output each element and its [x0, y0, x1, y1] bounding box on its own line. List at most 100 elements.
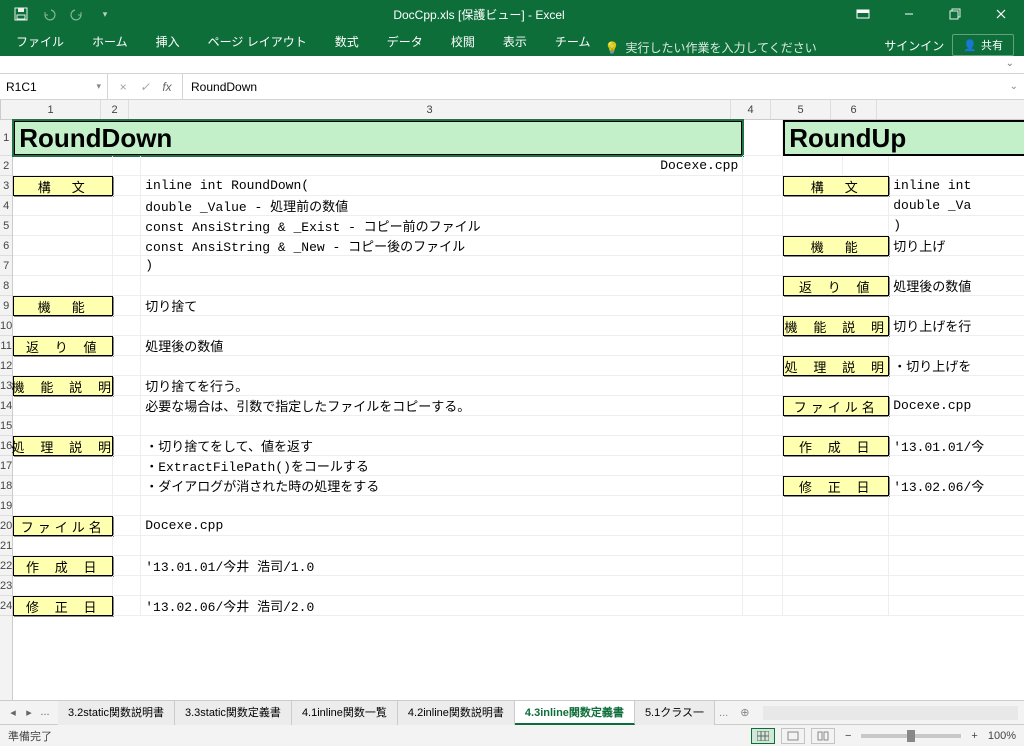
row-header[interactable]: 11 — [0, 336, 12, 356]
share-button[interactable]: 👤共有 — [952, 34, 1014, 56]
row-header[interactable]: 8 — [0, 276, 12, 296]
cell[interactable]: '13.01.01/今 — [889, 436, 1024, 456]
row-header[interactable]: 16 — [0, 436, 12, 456]
cell[interactable] — [743, 196, 783, 216]
formula-input[interactable] — [191, 80, 1016, 94]
cell[interactable] — [783, 256, 889, 276]
row-header[interactable]: 7 — [0, 256, 12, 276]
section-label[interactable]: 修 正 日 — [783, 476, 889, 496]
cell[interactable] — [743, 256, 783, 276]
cell[interactable] — [783, 296, 889, 316]
section-label[interactable]: 構 文 — [783, 176, 889, 196]
cell[interactable] — [13, 416, 113, 436]
row-header[interactable]: 1 — [0, 120, 12, 156]
cell[interactable] — [743, 536, 783, 556]
name-box-dropdown-icon[interactable]: ▾ — [96, 81, 101, 92]
cell[interactable] — [743, 156, 783, 176]
cell[interactable] — [13, 316, 113, 336]
section-label[interactable]: 機 能 説 明 — [783, 316, 889, 336]
cell[interactable]: 必要な場合は、引数で指定したファイルをコピーする。 — [141, 396, 743, 416]
cancel-formula-icon[interactable]: × — [114, 80, 132, 94]
cell[interactable] — [113, 416, 141, 436]
section-label[interactable]: 機 能 — [783, 236, 889, 256]
cell[interactable] — [843, 156, 889, 176]
row-header[interactable]: 18 — [0, 476, 12, 496]
row-header[interactable]: 6 — [0, 236, 12, 256]
minimize-button[interactable] — [886, 0, 932, 28]
horizontal-scrollbar[interactable] — [763, 706, 1018, 720]
cell[interactable]: ) — [141, 256, 743, 276]
cell[interactable] — [889, 456, 1024, 476]
cell[interactable]: ・ダイアログが消された時の処理をする — [141, 476, 743, 496]
redo-icon[interactable] — [64, 3, 90, 25]
cell[interactable] — [13, 256, 113, 276]
section-label[interactable]: ファイル名 — [783, 396, 889, 416]
name-box[interactable]: ▾ — [0, 74, 108, 99]
new-sheet-button[interactable]: ⊕ — [732, 706, 757, 719]
section-label[interactable]: 作 成 日 — [13, 556, 113, 576]
cell[interactable]: const AnsiString & _New - コピー後のファイル — [141, 236, 743, 256]
cell[interactable] — [889, 156, 1024, 176]
cell[interactable] — [113, 456, 141, 476]
cell[interactable] — [743, 336, 783, 356]
formula-expand-icon[interactable]: ⌄ — [1010, 81, 1018, 92]
cell[interactable] — [141, 276, 743, 296]
column-header[interactable]: 6 — [831, 100, 877, 119]
sheet-tab[interactable]: 3.3static関数定義書 — [175, 701, 292, 725]
cell[interactable]: ) — [889, 216, 1024, 236]
cell[interactable] — [743, 376, 783, 396]
section-label[interactable]: 機 能 — [13, 296, 113, 316]
ribbon-tab-データ[interactable]: データ — [373, 27, 437, 56]
cell[interactable] — [113, 496, 141, 516]
cell[interactable] — [743, 576, 783, 596]
cell[interactable] — [889, 516, 1024, 536]
column-header[interactable] — [877, 100, 1024, 119]
cell[interactable] — [141, 416, 743, 436]
row-header[interactable]: 2 — [0, 156, 12, 176]
row-header[interactable]: 10 — [0, 316, 12, 336]
cell[interactable]: ・切り上げを — [889, 356, 1024, 376]
cell[interactable] — [113, 596, 141, 616]
cell[interactable] — [743, 476, 783, 496]
cell[interactable]: ・切り捨てをして、値を返す — [141, 436, 743, 456]
cell[interactable] — [113, 396, 141, 416]
cell[interactable] — [141, 576, 743, 596]
cell[interactable] — [13, 236, 113, 256]
row-header[interactable]: 4 — [0, 196, 12, 216]
cell[interactable] — [113, 176, 141, 196]
row-header[interactable]: 19 — [0, 496, 12, 516]
tell-me-search[interactable]: 💡 実行したい作業を入力してください — [604, 39, 816, 56]
formula-bar[interactable]: ⌄ — [183, 74, 1024, 99]
cell[interactable] — [743, 596, 783, 616]
cell[interactable] — [13, 576, 113, 596]
undo-icon[interactable] — [36, 3, 62, 25]
cell[interactable] — [783, 456, 889, 476]
row-header[interactable]: 15 — [0, 416, 12, 436]
source-file[interactable]: Docexe.cpp — [141, 156, 743, 176]
cell[interactable] — [743, 236, 783, 256]
cell[interactable] — [13, 396, 113, 416]
row-header[interactable]: 20 — [0, 516, 12, 536]
row-header[interactable]: 9 — [0, 296, 12, 316]
cell[interactable] — [889, 336, 1024, 356]
cell[interactable] — [141, 496, 743, 516]
cell[interactable]: Docexe.cpp — [141, 516, 743, 536]
cell[interactable] — [113, 316, 141, 336]
cell[interactable] — [141, 536, 743, 556]
row-header[interactable]: 24 — [0, 596, 12, 616]
section-label[interactable]: 処 理 説 明 — [13, 436, 113, 456]
cell[interactable] — [113, 236, 141, 256]
cell[interactable] — [783, 536, 889, 556]
row-header[interactable]: 23 — [0, 576, 12, 596]
cell[interactable] — [783, 416, 889, 436]
name-box-input[interactable] — [6, 80, 76, 94]
cell[interactable] — [743, 396, 783, 416]
cell[interactable]: 処理後の数値 — [141, 336, 743, 356]
ribbon-tab-校閲[interactable]: 校閲 — [437, 27, 489, 56]
row-header[interactable]: 13 — [0, 376, 12, 396]
column-header[interactable]: 3 — [129, 100, 731, 119]
tab-nav-first-icon[interactable]: ◂ — [6, 706, 20, 719]
cell[interactable] — [743, 316, 783, 336]
save-icon[interactable] — [8, 3, 34, 25]
cell[interactable] — [113, 436, 141, 456]
